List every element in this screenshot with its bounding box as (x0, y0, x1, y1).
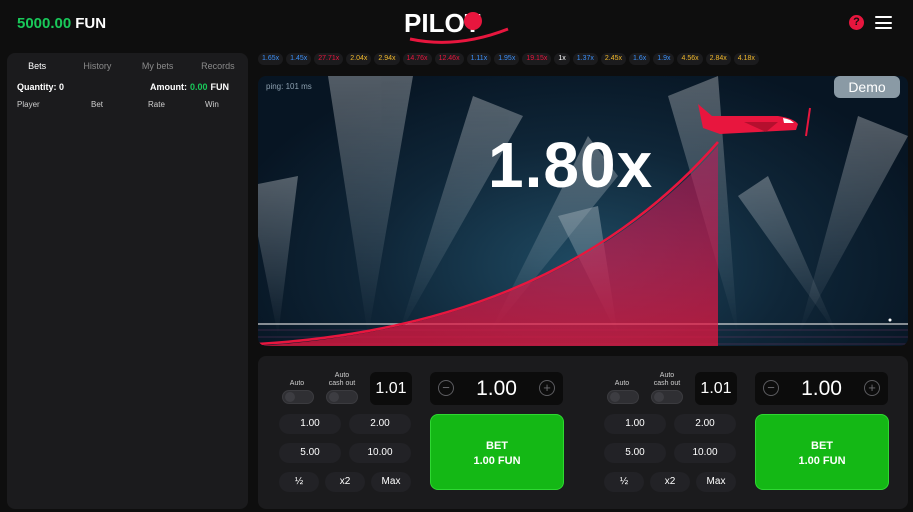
max-button[interactable]: Max (371, 472, 411, 492)
history-chip: 2.84x (705, 53, 731, 65)
auto-bet-label: Auto (614, 380, 630, 387)
double-button[interactable]: x2 (650, 472, 690, 492)
logo-o-circle (464, 12, 482, 30)
stake-input: − 1.00 + (755, 372, 888, 405)
auto-cashout-label: Auto cash out (649, 372, 685, 388)
star (888, 318, 892, 322)
history-chip: 12.46x (434, 53, 464, 65)
top-bar: 5000.00 FUN PILOT ? (0, 0, 913, 48)
help-icon[interactable]: ? (849, 15, 864, 30)
half-button[interactable]: ½ (279, 472, 319, 492)
amount-currency: FUN (210, 82, 230, 92)
amount: Amount: 0.00 FUN (150, 82, 229, 92)
balance-amount: 5000.00 (17, 15, 72, 32)
pilot-logo: PILOT (404, 8, 509, 44)
bet-button-amount: 1.00 FUN (798, 455, 846, 467)
history-chip: 1.9x (653, 53, 675, 65)
auto-cashout-label-line2: cash out (328, 380, 356, 387)
history-chip: 4.56x (677, 53, 703, 65)
multiplier-history: 1.65x 1.45x 27.71x 2.04x 2.94x 14.76x 12.46x 1.… (258, 53, 908, 67)
col-win: Win (205, 100, 219, 109)
history-chip: 19.15x (522, 53, 552, 65)
history-chip: 1.37x (572, 53, 598, 65)
history-chip: 27.71x (314, 53, 344, 65)
half-button[interactable]: ½ (604, 472, 644, 492)
max-button[interactable]: Max (696, 472, 736, 492)
bet-panel: Auto Auto cash out 1.01 1.00 2.00 5.00 10… (258, 356, 908, 509)
quick-amount-10[interactable]: 10.00 (674, 443, 736, 463)
bet-button-amount: 1.00 FUN (473, 455, 521, 467)
history-chip: 4.18x (733, 53, 759, 65)
amount-value: 0.00 (190, 82, 208, 92)
auto-cashout-toggle[interactable] (651, 390, 683, 404)
plus-icon[interactable]: + (864, 380, 880, 396)
history-chip: 1.11x (466, 53, 492, 65)
demo-badge: Demo (834, 76, 900, 98)
auto-cashout-toggle[interactable] (326, 390, 358, 404)
game-scene (258, 76, 908, 346)
auto-bet-label: Auto (289, 380, 305, 387)
col-bet: Bet (91, 100, 104, 109)
col-rate: Rate (148, 100, 165, 109)
quick-amount-2[interactable]: 2.00 (674, 414, 736, 434)
amount-label: Amount: (150, 82, 187, 92)
auto-bet-toggle[interactable] (282, 390, 314, 404)
bet-button-label: BET (811, 440, 833, 452)
current-multiplier: 1.80x (488, 129, 654, 201)
double-button[interactable]: x2 (325, 472, 365, 492)
history-chip: 1.45x (286, 53, 312, 65)
tab-my-bets[interactable]: My bets (128, 59, 188, 73)
history-chip: 1.6x (629, 53, 651, 65)
quantity: Quantity: 0 (17, 82, 64, 92)
ping-indicator: ping: 101 ms (266, 82, 312, 91)
auto-cashout-input[interactable]: 1.01 (695, 372, 737, 405)
history-chip: 1.95x (494, 53, 520, 65)
game-canvas: ping: 101 ms Demo 1.80x (258, 76, 908, 346)
tab-records[interactable]: Records (188, 59, 248, 73)
bet-button[interactable]: BET 1.00 FUN (430, 414, 564, 490)
plus-icon[interactable]: + (539, 380, 555, 396)
auto-cashout-label-line1: Auto (659, 372, 675, 379)
auto-bet-toggle[interactable] (607, 390, 639, 404)
hamburger-menu-icon[interactable] (875, 16, 892, 29)
quantity-value: 0 (59, 82, 65, 92)
stake-input: − 1.00 + (430, 372, 563, 405)
tab-history[interactable]: History (67, 59, 127, 73)
auto-cashout-input[interactable]: 1.01 (370, 372, 412, 405)
col-player: Player (17, 100, 40, 109)
history-chip: 2.04x (346, 53, 372, 65)
bets-panel: Bets History My bets Records Quantity: 0… (7, 53, 248, 509)
quick-amount-10[interactable]: 10.00 (349, 443, 411, 463)
history-chip: 1.65x (258, 53, 284, 65)
auto-cashout-label-line1: Auto (334, 372, 350, 379)
history-chip: 2.94x (374, 53, 400, 65)
quick-amount-5[interactable]: 5.00 (279, 443, 341, 463)
history-chip: 1x (554, 53, 570, 65)
bet-box-2: Auto Auto cash out 1.01 1.00 2.00 5.00 10… (583, 356, 908, 509)
balance-currency: FUN (75, 15, 107, 32)
quick-amount-5[interactable]: 5.00 (604, 443, 666, 463)
bet-box-1: Auto Auto cash out 1.01 1.00 2.00 5.00 10… (258, 356, 583, 509)
quick-amount-1[interactable]: 1.00 (279, 414, 341, 434)
bet-button-label: BET (486, 440, 508, 452)
quantity-label: Quantity: (17, 82, 57, 92)
quick-amount-1[interactable]: 1.00 (604, 414, 666, 434)
history-chip: 14.76x (402, 53, 432, 65)
bets-tabs: Bets History My bets Records (7, 59, 248, 73)
bet-button[interactable]: BET 1.00 FUN (755, 414, 889, 490)
tab-bets[interactable]: Bets (7, 59, 67, 73)
auto-cashout-label: Auto cash out (324, 372, 360, 388)
balance: 5000.00 FUN (17, 15, 106, 32)
auto-cashout-label-line2: cash out (653, 380, 681, 387)
quick-amount-2[interactable]: 2.00 (349, 414, 411, 434)
history-chip: 2.45x (600, 53, 627, 65)
